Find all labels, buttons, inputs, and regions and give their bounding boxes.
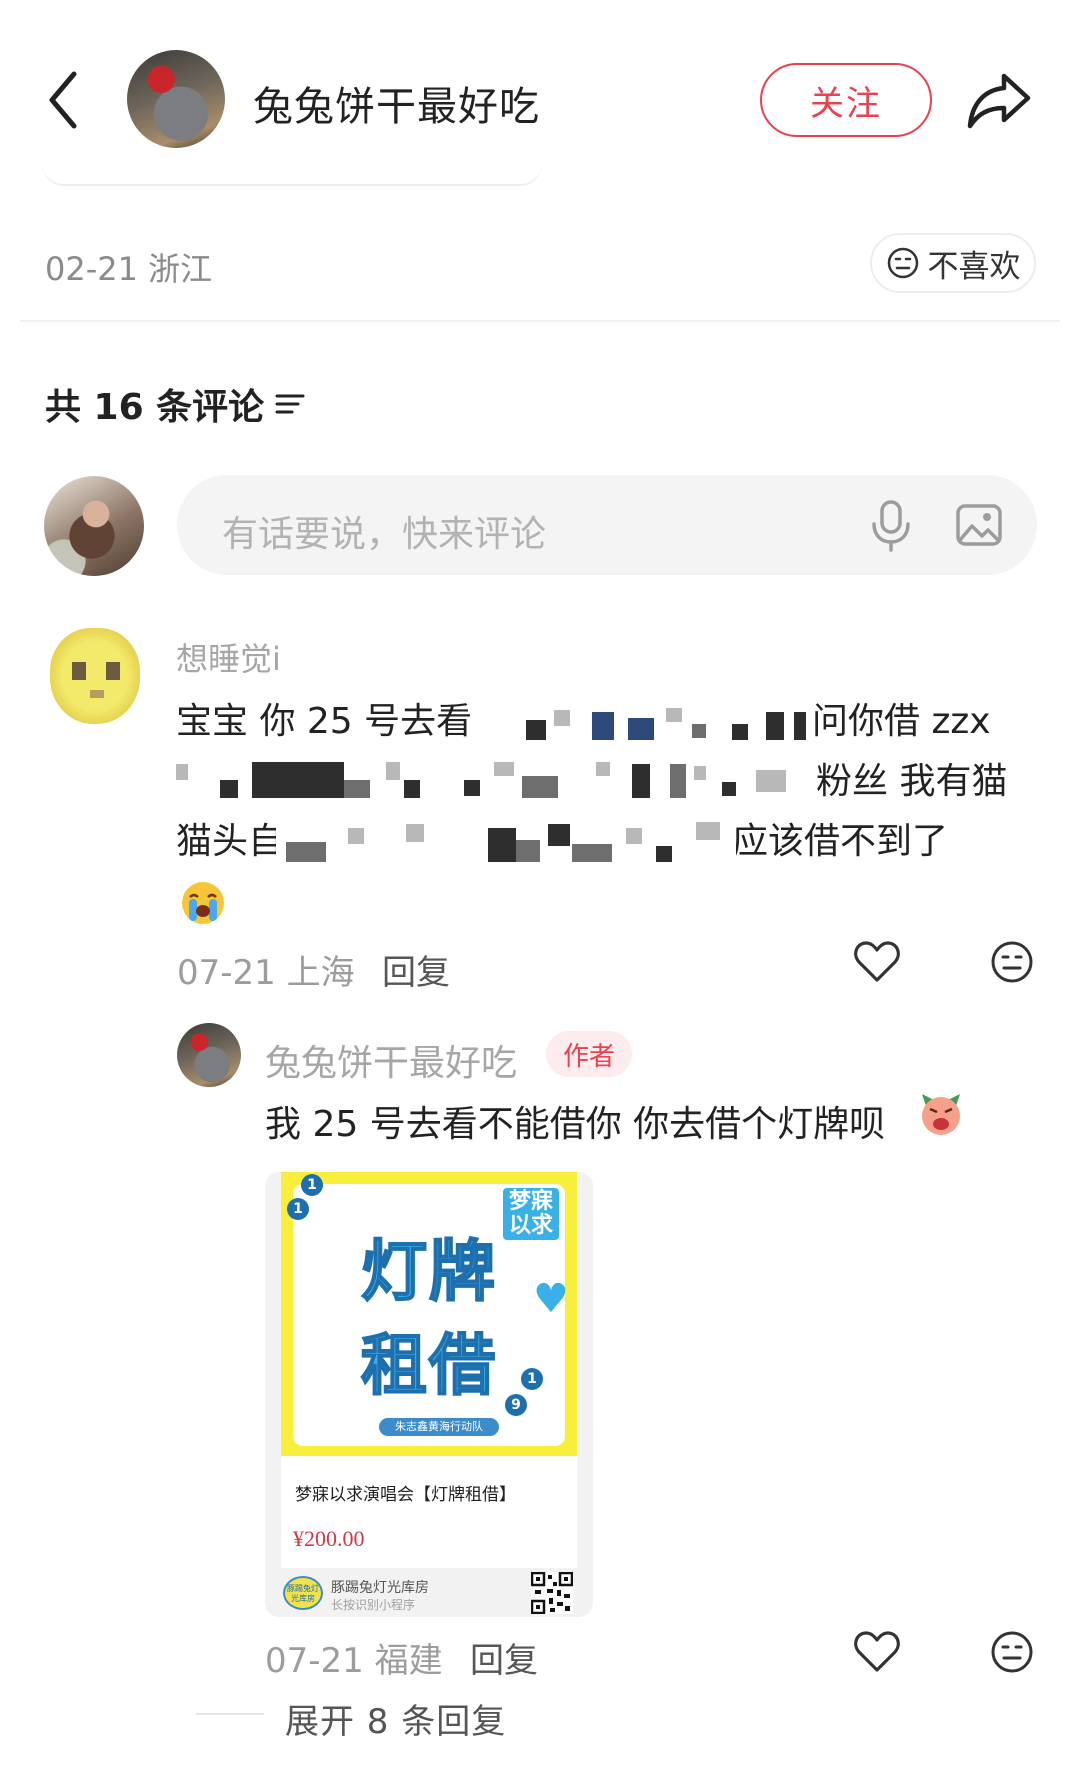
author-avatar[interactable] bbox=[127, 50, 225, 148]
crying-emoji-icon bbox=[180, 880, 226, 926]
mosaic-redaction bbox=[176, 760, 812, 804]
reply-author-name[interactable]: 兔兔饼干最好吃 bbox=[265, 1034, 517, 1086]
my-avatar bbox=[44, 476, 144, 576]
back-button[interactable] bbox=[40, 62, 96, 138]
comment-input-placeholder[interactable]: 有话要说，快来评论 bbox=[222, 505, 546, 557]
filter-icon[interactable] bbox=[274, 390, 306, 418]
qr-code-icon bbox=[530, 1571, 574, 1615]
neutral-face-icon bbox=[991, 1631, 1033, 1673]
neutral-face-icon bbox=[991, 941, 1033, 983]
mosaic-redaction bbox=[496, 704, 808, 744]
mic-icon bbox=[872, 500, 910, 552]
author-name[interactable]: 兔兔饼干最好吃 bbox=[253, 74, 540, 132]
angry-emoji-icon bbox=[918, 1090, 964, 1138]
back-icon bbox=[49, 71, 77, 129]
expand-divider bbox=[196, 1713, 264, 1715]
comment-line: 问你借 zzx bbox=[812, 701, 991, 742]
commenter-avatar[interactable] bbox=[50, 628, 140, 724]
dislike-button[interactable]: 不喜欢 bbox=[870, 233, 1036, 293]
product-price: ¥200.00 bbox=[293, 1526, 365, 1551]
product-poster: 梦寐以求 灯牌 租借 朱志鑫黄海行动队 1 1 1 9 ♥ bbox=[281, 1172, 577, 1456]
comment-line: 粉丝 我有猫 bbox=[816, 761, 1008, 802]
reply-text: 我 25 号去看不能借你 你去借个灯牌呗 bbox=[265, 1104, 886, 1145]
image-icon bbox=[956, 504, 1002, 546]
like-button[interactable] bbox=[853, 940, 901, 984]
comment-line: 宝宝 你 25 号去看 bbox=[176, 701, 473, 742]
heart-icon bbox=[854, 941, 900, 982]
poster-title: 灯牌 bbox=[360, 1232, 497, 1311]
heart-icon bbox=[854, 1631, 900, 1672]
mic-button[interactable] bbox=[868, 498, 914, 554]
image-button[interactable] bbox=[954, 500, 1004, 550]
comment-dislike-button[interactable] bbox=[990, 1630, 1034, 1674]
reply-meta: 07-21 福建 bbox=[265, 1641, 443, 1681]
follow-button[interactable]: 关注 bbox=[760, 63, 932, 137]
comments-count: 共 16 条评论 bbox=[45, 387, 265, 428]
store-hint: 长按识别小程序 bbox=[331, 1598, 416, 1612]
poster-team: 朱志鑫黄海行动队 bbox=[379, 1418, 499, 1436]
comment-line: 应该借不到了 bbox=[732, 821, 949, 862]
share-button[interactable] bbox=[964, 66, 1036, 132]
product-title: 梦寐以求演唱会【灯牌租借】 bbox=[295, 1485, 516, 1505]
like-button[interactable] bbox=[853, 1630, 901, 1674]
product-info: 梦寐以求演唱会【灯牌租借】 ¥200.00 bbox=[281, 1456, 577, 1568]
expand-replies-button[interactable]: 展开 8 条回复 bbox=[285, 1694, 506, 1743]
commenter-name[interactable]: 想睡觉i bbox=[176, 634, 281, 680]
store-logo: 豚踢兔灯光库房 bbox=[283, 1576, 323, 1610]
share-icon bbox=[967, 73, 1031, 129]
mosaic-redaction bbox=[276, 820, 736, 864]
heart-decoration-icon: ♥ bbox=[533, 1276, 569, 1322]
post-meta: 02-21 浙江 bbox=[45, 250, 213, 288]
dislike-label: 不喜欢 bbox=[927, 248, 1021, 285]
reply-avatar[interactable] bbox=[177, 1023, 241, 1087]
comment-meta: 07-21 上海 bbox=[177, 953, 355, 993]
reply-button[interactable]: 回复 bbox=[382, 945, 450, 994]
store-name: 豚踢兔灯光库房 bbox=[331, 1580, 429, 1596]
product-card[interactable]: 梦寐以求 灯牌 租借 朱志鑫黄海行动队 1 1 1 9 ♥ 梦寐以求演唱会【灯牌… bbox=[265, 1172, 593, 1617]
divider bbox=[20, 320, 1060, 322]
comment-dislike-button[interactable] bbox=[990, 940, 1034, 984]
reply-button[interactable]: 回复 bbox=[470, 1633, 538, 1682]
post-card-edge bbox=[42, 160, 542, 186]
author-badge: 作者 bbox=[546, 1031, 632, 1077]
neutral-face-icon bbox=[887, 247, 918, 279]
comments-count-header[interactable]: 共 16 条评论 bbox=[45, 378, 306, 430]
poster-title: 租借 bbox=[360, 1326, 497, 1405]
